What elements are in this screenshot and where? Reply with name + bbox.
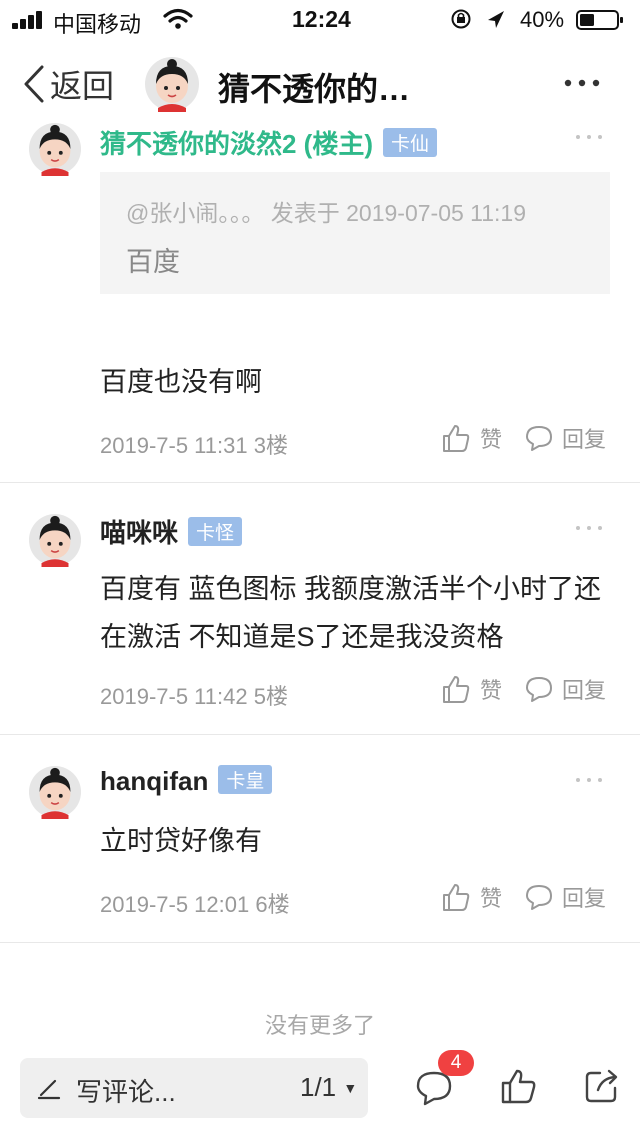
comment-text: 立时贷好像有 — [100, 826, 262, 856]
reply-label: 回复 — [562, 886, 607, 911]
reply-bubble-icon — [526, 885, 552, 910]
write-comment-placeholder: 写评论... — [76, 1077, 176, 1107]
thumbs-up-icon — [443, 425, 470, 452]
like-icon[interactable] — [498, 1066, 538, 1106]
divider — [0, 942, 640, 943]
no-more-label: 没有更多了 — [264, 1013, 375, 1038]
author-name: 喵咪咪 — [100, 518, 179, 548]
thumbs-up-icon — [443, 884, 470, 911]
dropdown-icon: ▼ — [343, 1080, 358, 1096]
quote-meta: @张小闹。。。 发表于 2019-07-05 11:19 — [126, 200, 527, 226]
reply-bubble-icon — [526, 677, 552, 702]
level-badge: 卡仙 — [383, 128, 438, 157]
page-indicator-label: 1/1 — [300, 1072, 337, 1102]
reply-bubble-icon — [526, 426, 552, 451]
author-name: 猜不透你的淡然2 (楼主) — [100, 129, 374, 159]
comment-author[interactable]: 喵咪咪 卡怪 — [100, 513, 243, 550]
like-label: 赞 — [480, 886, 503, 911]
reply-button[interactable]: 回复 — [524, 673, 606, 705]
avatar[interactable] — [28, 122, 82, 176]
pencil-icon — [37, 1079, 61, 1100]
more-icon[interactable] — [574, 132, 604, 142]
reply-label: 回复 — [562, 427, 607, 452]
level-badge: 卡皇 — [218, 765, 273, 794]
like-label: 赞 — [480, 427, 503, 452]
reply-button[interactable]: 回复 — [524, 881, 606, 913]
comment-text: 百度有 蓝色图标 我额度激活半个小时了还在激活 不知道是S了还是我没资格 — [100, 574, 602, 652]
comment-meta: 2019-7-5 12:01 6楼 — [100, 892, 290, 917]
reply-button[interactable]: 回复 — [524, 422, 606, 454]
comment-count-badge: 4 — [438, 1050, 474, 1076]
comment-item: 猜不透你的淡然2 (楼主) 卡仙 @张小闹。。。 发表于 2019-07-05 1… — [0, 0, 640, 482]
page-indicator[interactable]: 1/1 ▼ — [300, 1072, 357, 1103]
author-name: hanqifan — [100, 766, 209, 796]
like-label: 赞 — [480, 678, 503, 703]
bottom-bar: 写评论... 1/1 ▼ 4 — [0, 1046, 640, 1136]
quote-text: 百度 — [126, 247, 180, 277]
comment-meta: 2019-7-5 11:42 5楼 — [100, 684, 288, 709]
comment-item: 喵咪咪 卡怪 百度有 蓝色图标 我额度激活半个小时了还在激活 不知道是S了还是我没… — [0, 483, 640, 733]
write-comment-input[interactable]: 写评论... 1/1 ▼ — [20, 1058, 368, 1118]
like-button[interactable]: 赞 — [440, 881, 502, 913]
more-icon[interactable] — [574, 775, 604, 785]
comment-meta: 2019-7-5 11:31 3楼 — [100, 433, 288, 458]
like-button[interactable]: 赞 — [440, 422, 502, 454]
share-icon[interactable] — [582, 1066, 622, 1106]
reply-label: 回复 — [562, 678, 607, 703]
more-icon[interactable] — [574, 523, 604, 533]
level-badge: 卡怪 — [188, 517, 243, 546]
thumbs-up-icon — [443, 676, 470, 703]
comment-author[interactable]: hanqifan 卡皇 — [100, 765, 273, 797]
comment-item: hanqifan 卡皇 立时贷好像有 2019-7-5 12:01 6楼 赞 回复 — [0, 735, 640, 941]
like-button[interactable]: 赞 — [440, 673, 502, 705]
quoted-post[interactable]: @张小闹。。。 发表于 2019-07-05 11:19 百度 — [100, 172, 610, 294]
avatar[interactable] — [28, 513, 82, 567]
avatar[interactable] — [28, 765, 82, 819]
comment-text: 百度也没有啊 — [100, 367, 262, 397]
comment-author[interactable]: 猜不透你的淡然2 (楼主) 卡仙 — [100, 124, 438, 161]
